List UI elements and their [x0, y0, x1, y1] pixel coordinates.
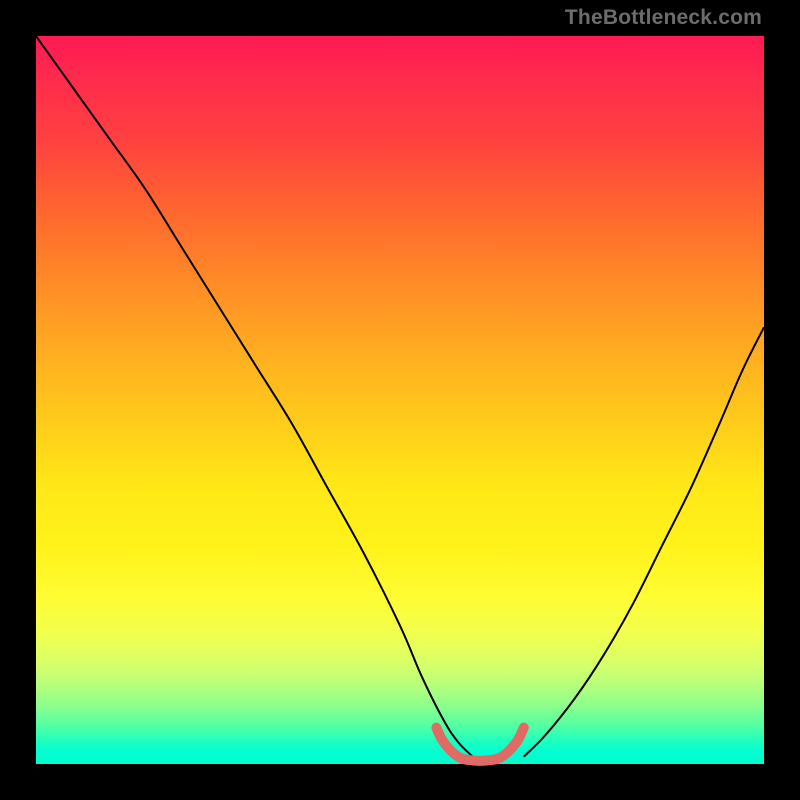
- chart-stage: TheBottleneck.com: [0, 0, 800, 800]
- floor-marker: [436, 728, 523, 761]
- right-ascending-curve: [524, 327, 764, 757]
- plot-svg: [36, 36, 764, 764]
- left-descending-curve: [36, 36, 473, 757]
- watermark-text: TheBottleneck.com: [565, 6, 762, 30]
